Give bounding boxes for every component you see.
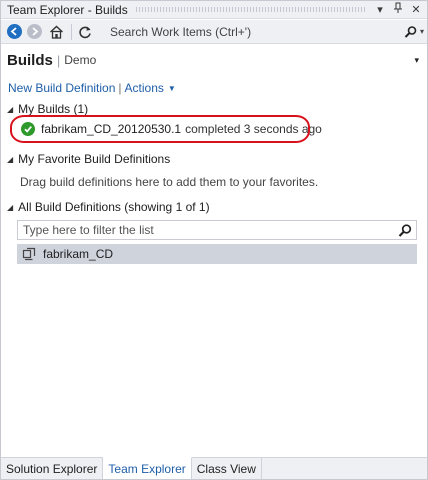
title-bar: Team Explorer - Builds ▾ ✕ bbox=[1, 1, 427, 19]
favorites-section-header[interactable]: ◢ My Favorite Build Definitions bbox=[7, 151, 170, 167]
window-menu-dropdown-icon[interactable]: ▾ bbox=[373, 3, 387, 16]
build-definition-row[interactable]: fabrikam_CD bbox=[17, 244, 417, 264]
page-menu-dropdown-icon[interactable]: ▾ bbox=[414, 55, 419, 66]
search-work-items-box[interactable]: Search Work Items (Ctrl+') ▾ bbox=[104, 22, 427, 42]
filter-input[interactable]: Type here to filter the list bbox=[23, 223, 394, 237]
window-title: Team Explorer - Builds bbox=[7, 2, 128, 17]
bottom-tab-strip: Solution Explorer Team Explorer Class Vi… bbox=[1, 457, 427, 479]
home-icon[interactable] bbox=[47, 23, 65, 41]
collapse-icon[interactable]: ◢ bbox=[7, 203, 13, 212]
new-build-definition-link[interactable]: New Build Definition bbox=[8, 81, 115, 95]
team-project-name: Demo bbox=[64, 53, 97, 67]
build-status: completed 3 seconds ago bbox=[185, 122, 322, 136]
build-list-item[interactable]: fabrikam_CD_20120530.1 completed 3 secon… bbox=[21, 121, 322, 137]
pin-icon[interactable] bbox=[391, 2, 405, 17]
title-divider: | bbox=[56, 52, 61, 68]
close-icon[interactable]: ✕ bbox=[409, 3, 423, 16]
tab-class-view[interactable]: Class View bbox=[192, 458, 262, 479]
team-explorer-window: Team Explorer - Builds ▾ ✕ Search Work I… bbox=[0, 0, 428, 480]
collapse-icon[interactable]: ◢ bbox=[7, 155, 13, 164]
refresh-icon[interactable] bbox=[76, 23, 94, 41]
back-button[interactable] bbox=[7, 24, 22, 39]
filter-box[interactable]: Type here to filter the list bbox=[17, 220, 417, 240]
actions-bar: New Build Definition | Actions ▼ bbox=[8, 80, 176, 96]
search-icon[interactable]: ▾ bbox=[401, 25, 427, 38]
search-icon[interactable] bbox=[394, 223, 416, 237]
page-header: Builds | Demo ▾ bbox=[1, 45, 427, 75]
favorites-hint-text: Drag build definitions here to add them … bbox=[20, 175, 319, 189]
favorites-title: My Favorite Build Definitions bbox=[18, 152, 171, 166]
actions-chevron-down-icon[interactable]: ▼ bbox=[168, 84, 176, 93]
build-definition-name[interactable]: fabrikam_CD bbox=[43, 247, 113, 261]
build-name[interactable]: fabrikam_CD_20120530.1 bbox=[41, 122, 181, 136]
actions-menu-link[interactable]: Actions bbox=[125, 81, 164, 95]
search-work-items-input[interactable]: Search Work Items (Ctrl+') bbox=[110, 25, 401, 39]
search-dropdown-icon[interactable]: ▾ bbox=[420, 27, 424, 36]
page-title: Builds bbox=[7, 51, 53, 69]
build-succeeded-check-icon bbox=[21, 122, 35, 136]
collapse-icon[interactable]: ◢ bbox=[7, 105, 13, 114]
navigation-toolbar: Search Work Items (Ctrl+') ▾ bbox=[1, 20, 427, 44]
tab-solution-explorer[interactable]: Solution Explorer bbox=[1, 458, 104, 479]
build-definition-icon bbox=[22, 247, 36, 261]
all-build-definitions-section-header[interactable]: ◢ All Build Definitions (showing 1 of 1) bbox=[7, 199, 210, 215]
title-grip[interactable] bbox=[135, 7, 365, 12]
my-builds-section-header[interactable]: ◢ My Builds (1) bbox=[7, 101, 88, 117]
my-builds-title: My Builds (1) bbox=[18, 102, 89, 116]
tab-team-explorer[interactable]: Team Explorer bbox=[103, 457, 192, 479]
forward-button[interactable] bbox=[27, 24, 42, 39]
actions-separator: | bbox=[118, 81, 122, 95]
toolbar-separator bbox=[71, 23, 72, 40]
all-build-definitions-title: All Build Definitions (showing 1 of 1) bbox=[18, 200, 210, 214]
